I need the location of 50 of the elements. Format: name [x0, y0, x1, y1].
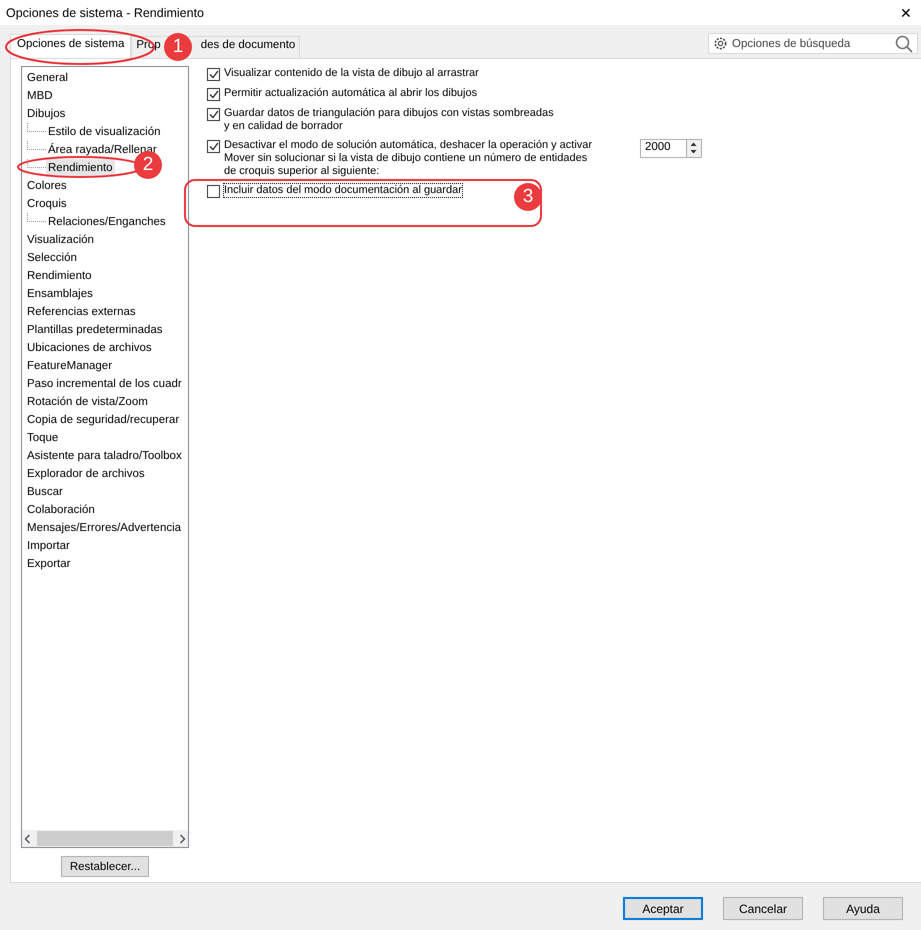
tab-label: des de documento	[200, 39, 296, 51]
option-label: Guardar datos de triangulación para dibujos con vistas sombreadas y en calidad de borrador	[224, 107, 555, 133]
tree-item[interactable]: Colores	[22, 177, 188, 195]
tree-item[interactable]: MBD	[22, 87, 188, 105]
option-label: Permitir actualización automática al abrir los dibujos	[224, 87, 478, 100]
window-title: Opciones de sistema - Rendimiento	[6, 6, 204, 20]
option-label: Visualizar contenido de la vista de dibujo al arrastrar	[224, 67, 480, 80]
tree-item[interactable]: Mensajes/Errores/Advertencia	[22, 519, 188, 537]
checkbox[interactable]	[207, 88, 220, 101]
tree-item[interactable]: Buscar	[22, 483, 188, 501]
tree-item[interactable]: Copia de seguridad/recuperar	[22, 411, 188, 429]
checkbox[interactable]	[207, 140, 220, 153]
search-icon[interactable]	[895, 34, 913, 52]
tree-item[interactable]: Colaboración	[22, 501, 188, 519]
tree-item[interactable]: Importar	[22, 537, 188, 555]
checkbox[interactable]	[207, 68, 220, 81]
tree-item[interactable]: Rendimiento	[22, 267, 188, 285]
tree-item[interactable]: General	[22, 69, 188, 87]
tree-item[interactable]: Rotación de vista/Zoom	[22, 393, 188, 411]
checkbox[interactable]	[207, 108, 220, 121]
tree-item[interactable]: Estilo de visualización	[46, 123, 163, 141]
tree-item[interactable]: Visualización	[22, 231, 188, 249]
tree-item[interactable]: Croquis	[22, 195, 188, 213]
tree-item[interactable]: Referencias externas	[22, 303, 188, 321]
dialog-button[interactable]: Aceptar	[623, 897, 703, 920]
gear-icon	[713, 36, 728, 51]
tree-item[interactable]: Paso incremental de los cuadr	[22, 375, 188, 393]
tree-item[interactable]: FeatureManager	[22, 357, 188, 375]
tab[interactable]: Opciones de sistema	[10, 34, 132, 58]
dialog-button[interactable]: Cancelar	[723, 897, 803, 920]
close-button[interactable]: ✕	[891, 4, 921, 20]
tree-item[interactable]: Plantillas predeterminadas	[22, 321, 188, 339]
tree-item[interactable]: Exportar	[22, 555, 188, 573]
tree-item[interactable]: Toque	[22, 429, 188, 447]
option-label: Desactivar el modo de solución automática, deshacer la operación y activar Mover sin solucionar si la vista de dibujo contiene un número de entidades de croquis superior al siguiente:	[224, 139, 594, 178]
tree-item[interactable]: Dibujos	[22, 105, 188, 123]
option-label: Incluir datos del modo documentación al guardar	[224, 184, 462, 197]
tree-item[interactable]: Explorador de archivos	[22, 465, 188, 483]
tree-item[interactable]: Selección	[22, 249, 188, 267]
tree-item[interactable]: Relaciones/Enganches	[46, 213, 168, 231]
tree-item[interactable]: Ensamblajes	[22, 285, 188, 303]
checkbox[interactable]	[207, 185, 220, 198]
tree-item[interactable]: Asistente para taladro/Toolbox	[22, 447, 188, 465]
reset-button[interactable]: Restablecer...	[61, 856, 149, 877]
number-spinner[interactable]: 2000	[640, 139, 702, 158]
tree-item[interactable]: Rendimiento	[46, 159, 115, 177]
tree-item[interactable]: Ubicaciones de archivos	[22, 339, 188, 357]
dialog-button[interactable]: Ayuda	[823, 897, 903, 920]
search-field[interactable]: Opciones de búsqueda	[708, 33, 918, 54]
horizontal-scrollbar[interactable]	[22, 830, 188, 847]
